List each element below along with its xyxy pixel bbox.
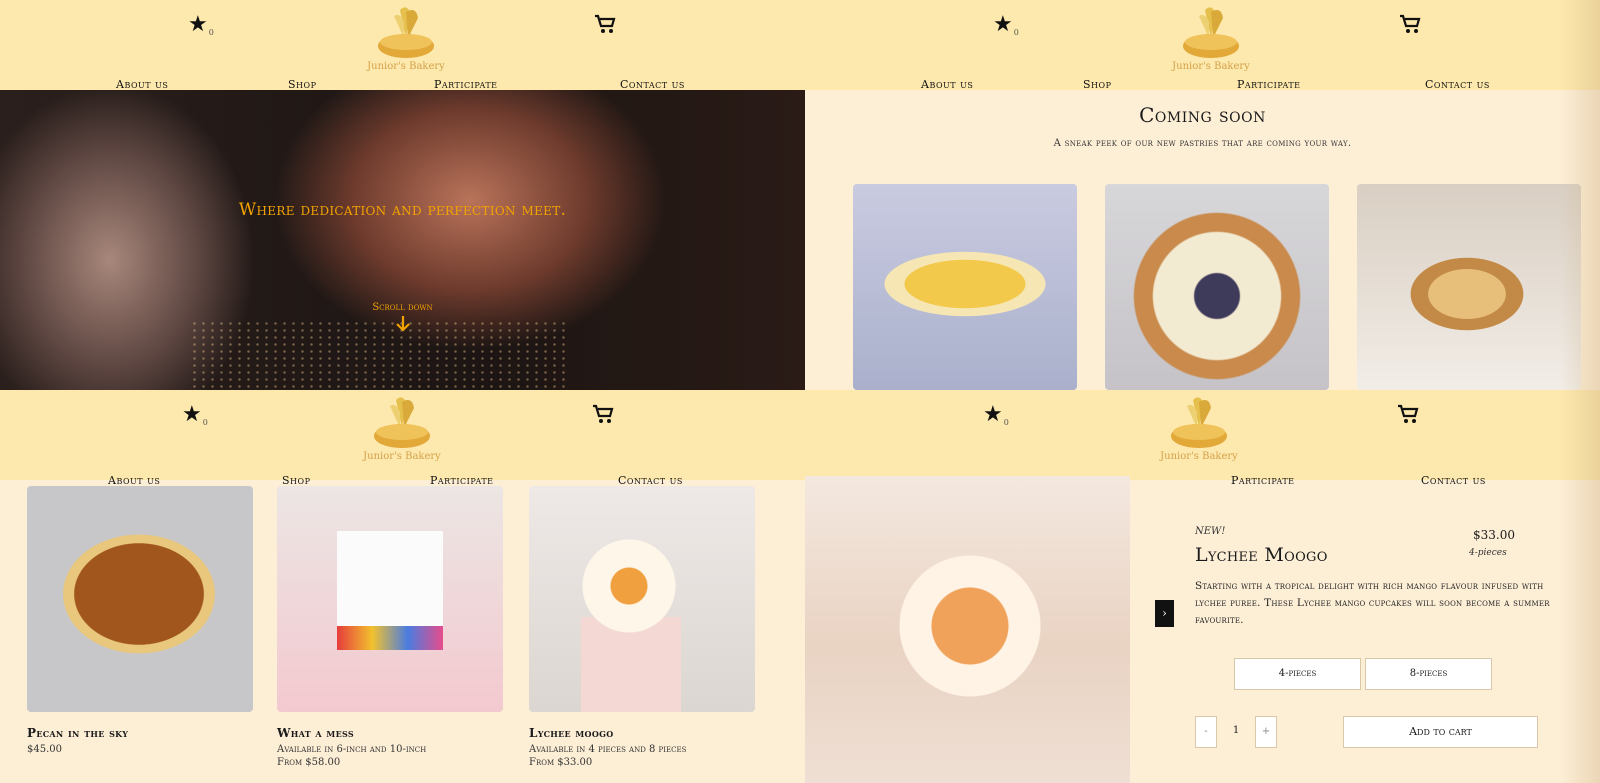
cart-icon	[593, 404, 614, 423]
nav-contact-us[interactable]: Contact us	[1421, 474, 1486, 487]
variant-note: 4-pieces	[1469, 548, 1507, 558]
favorites-count: 0	[1013, 28, 1019, 37]
product-name[interactable]: Lychee moogo	[529, 726, 686, 740]
cart-icon	[1400, 14, 1421, 33]
screenshot-collage: ★0 Junior's Bakery About us Shop Partici…	[0, 0, 1600, 783]
nav-participate[interactable]: Participate	[1231, 474, 1295, 487]
site-header: ★0 Junior's Bakery About us Shop Partici…	[805, 0, 1600, 92]
coming-soon-panel: ★0 Junior's Bakery About us Shop Partici…	[805, 0, 1600, 390]
favorites-button[interactable]: ★0	[182, 404, 208, 434]
hero-banner: Where dedication and perfection meet. Sc…	[0, 90, 805, 390]
favorites-count: 0	[208, 28, 214, 37]
bread-logo-icon	[378, 7, 434, 58]
product-image-pecan-in-the-sky[interactable]	[27, 486, 253, 712]
home-page-panel: ★0 Junior's Bakery About us Shop Partici…	[0, 0, 805, 390]
coming-soon-title: Coming soon	[1139, 103, 1266, 127]
cart-icon	[595, 14, 616, 33]
coming-soon-image-berry-tart	[1105, 184, 1329, 390]
product-grid: Pecan in the sky $45.00 What a mess Avai…	[0, 486, 805, 783]
favorites-button[interactable]: ★0	[188, 14, 214, 44]
hero-tagline: Where dedication and perfection meet.	[238, 200, 567, 220]
cart-button[interactable]	[1399, 14, 1421, 38]
add-to-cart-button[interactable]: Add to cart	[1343, 716, 1538, 748]
nav-about-us[interactable]: About us	[921, 78, 973, 91]
logo-wordmark: Junior's Bakery	[1160, 451, 1238, 462]
quantity-decrease-button[interactable]: -	[1195, 716, 1217, 748]
main-nav: About us Shop Participate Contact us	[805, 78, 1600, 92]
bread-logo-icon	[1171, 397, 1227, 448]
shop-page-panel: ★0 Junior's Bakery About us Shop Partici…	[0, 390, 805, 783]
site-logo[interactable]: Junior's Bakery	[1159, 394, 1239, 462]
option-8-pieces[interactable]: 8-pieces	[1365, 658, 1492, 690]
site-header: ★0 Junior's Bakery About us Shop Partici…	[805, 390, 1600, 487]
coming-soon-image-citrus-cheesecake	[853, 184, 1077, 390]
scroll-down-label: Scroll down	[372, 302, 433, 313]
product-description: Starting with a tropical delight with ri…	[1195, 580, 1550, 626]
product-name[interactable]: What a mess	[277, 726, 426, 740]
favorites-button[interactable]: ★0	[993, 14, 1019, 44]
product-price: From $58.00	[277, 757, 341, 768]
cart-button[interactable]	[1397, 404, 1419, 428]
product-caption: What a mess Available in 6-inch and 10-i…	[277, 726, 426, 768]
product-price: $33.00	[1473, 528, 1515, 542]
cart-icon	[1398, 404, 1419, 423]
logo-wordmark: Junior's Bakery	[1172, 61, 1250, 72]
favorites-count: 0	[202, 418, 208, 427]
logo-wordmark: Junior's Bakery	[363, 451, 441, 462]
favorites-count: 0	[1003, 418, 1009, 427]
nav-shop[interactable]: Shop	[1083, 78, 1111, 91]
quantity-value[interactable]: 1	[1225, 716, 1247, 748]
favorites-button[interactable]: ★0	[983, 404, 1009, 434]
scroll-down-link[interactable]: Scroll down	[0, 302, 805, 336]
quantity-increase-button[interactable]: +	[1255, 716, 1277, 748]
product-caption: Lychee moogo Available in 4 pieces and 8…	[529, 726, 686, 768]
site-logo[interactable]: Junior's Bakery	[366, 4, 446, 72]
product-availability: Available in 6-inch and 10-inch	[277, 744, 427, 755]
coming-soon-image-meringue-tart	[1357, 184, 1581, 390]
product-availability: Available in 4 pieces and 8 pieces	[529, 744, 687, 755]
product-detail-panel: ★0 Junior's Bakery About us Shop Partici…	[805, 390, 1600, 783]
product-image-lychee-moogo[interactable]	[529, 486, 755, 712]
bread-logo-icon	[1183, 7, 1239, 58]
product-image-what-a-mess[interactable]	[277, 486, 503, 712]
site-header: ★0 Junior's Bakery About us Shop Partici…	[0, 390, 805, 487]
star-icon: ★	[983, 402, 1003, 427]
coming-soon-subtitle: A sneak peek of our new pastries that ar…	[1053, 138, 1352, 149]
cart-button[interactable]	[592, 404, 614, 428]
site-logo[interactable]: Junior's Bakery	[362, 394, 442, 462]
cart-button[interactable]	[594, 14, 616, 38]
nav-participate[interactable]: Participate	[1237, 78, 1301, 91]
product-main-image	[805, 476, 1130, 783]
star-icon: ★	[182, 402, 202, 427]
star-icon: ★	[188, 12, 208, 37]
logo-wordmark: Junior's Bakery	[367, 61, 445, 72]
product-price: $45.00	[27, 744, 62, 755]
new-badge: NEW!	[1195, 526, 1226, 537]
product-title: Lychee Moogo	[1195, 544, 1328, 566]
chevron-right-icon: ›	[1162, 606, 1167, 620]
site-header: ★0 Junior's Bakery About us Shop Partici…	[0, 0, 805, 91]
option-4-pieces[interactable]: 4-pieces	[1234, 658, 1361, 690]
product-price: From $33.00	[529, 757, 593, 768]
edge-shadow	[1560, 0, 1600, 783]
next-image-button[interactable]: ›	[1155, 600, 1174, 627]
site-logo[interactable]: Junior's Bakery	[1171, 4, 1251, 72]
arrow-down-icon	[395, 316, 410, 332]
product-caption: Pecan in the sky $45.00	[27, 726, 128, 755]
bread-logo-icon	[374, 397, 430, 448]
product-name[interactable]: Pecan in the sky	[27, 726, 128, 740]
nav-contact-us[interactable]: Contact us	[1425, 78, 1490, 91]
star-icon: ★	[993, 12, 1013, 37]
